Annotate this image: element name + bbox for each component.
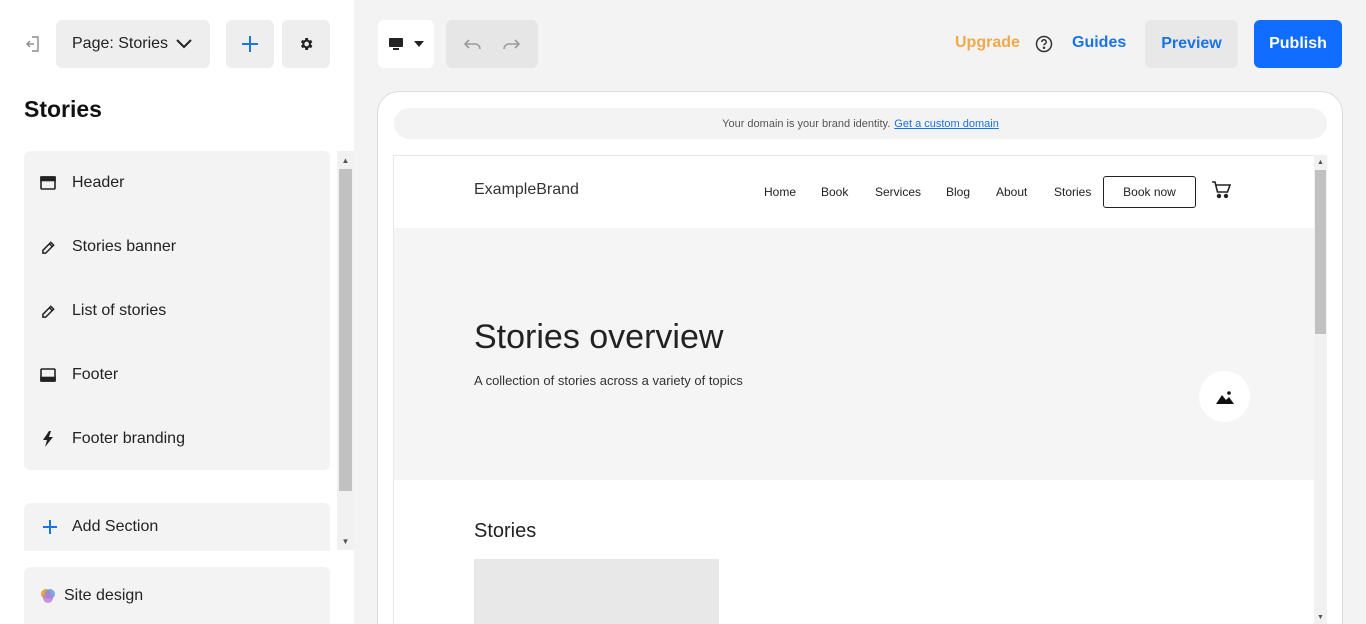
banner-subtitle: A collection of stories across a variety… bbox=[474, 373, 743, 388]
domain-notice-bar: Your domain is your brand identity. Get … bbox=[394, 108, 1327, 139]
page-selector[interactable]: Page: Stories bbox=[56, 20, 210, 68]
scroll-down-arrow-icon[interactable]: ▼ bbox=[337, 534, 354, 548]
scroll-down-arrow-icon[interactable]: ▼ bbox=[1314, 611, 1327, 623]
add-page-button[interactable] bbox=[226, 20, 274, 68]
section-item-footer-branding[interactable]: Footer branding bbox=[24, 407, 330, 471]
pencil-icon bbox=[38, 237, 58, 257]
section-item-label: Stories banner bbox=[72, 238, 177, 255]
page-settings-button[interactable] bbox=[282, 20, 330, 68]
stories-banner-section[interactable]: Stories overview A collection of stories… bbox=[394, 228, 1314, 480]
header-layout-icon bbox=[38, 173, 58, 193]
nav-link-blog[interactable]: Blog bbox=[946, 185, 970, 199]
sections-list: Header Stories banner List of stories Fo… bbox=[24, 151, 330, 470]
site-header[interactable]: ExampleBrand Home Book Services Blog Abo… bbox=[394, 156, 1314, 228]
add-section-label: Add Section bbox=[72, 518, 159, 535]
chevron-down-icon bbox=[176, 39, 192, 49]
palette-icon bbox=[39, 587, 57, 610]
nav-link-book[interactable]: Book bbox=[821, 185, 848, 199]
upgrade-link[interactable]: Upgrade bbox=[955, 34, 1020, 52]
image-icon bbox=[1215, 390, 1234, 404]
pencil-icon bbox=[38, 301, 58, 321]
section-item-stories-banner[interactable]: Stories banner bbox=[24, 215, 330, 279]
sidebar-title: Stories bbox=[24, 96, 102, 122]
plus-icon bbox=[242, 36, 258, 52]
caret-down-icon bbox=[414, 41, 424, 47]
section-item-label: List of stories bbox=[72, 302, 167, 319]
exit-editor-icon[interactable] bbox=[24, 34, 42, 54]
cart-icon[interactable] bbox=[1211, 181, 1232, 204]
section-item-header[interactable]: Header bbox=[24, 151, 330, 215]
change-image-button[interactable] bbox=[1199, 371, 1250, 422]
redo-icon[interactable] bbox=[502, 38, 520, 50]
add-section-button[interactable]: Add Section bbox=[24, 503, 330, 551]
stories-list-heading: Stories bbox=[474, 520, 537, 542]
help-icon[interactable] bbox=[1035, 35, 1053, 53]
section-item-label: Header bbox=[72, 174, 125, 191]
nav-link-stories[interactable]: Stories bbox=[1054, 185, 1091, 199]
guides-link[interactable]: Guides bbox=[1072, 34, 1126, 52]
section-item-label: Footer bbox=[72, 366, 119, 383]
page-selector-label: Page: Stories bbox=[72, 35, 169, 52]
footer-layout-icon bbox=[38, 365, 58, 385]
sidebar-scroll-thumb[interactable] bbox=[339, 169, 352, 491]
desktop-icon bbox=[389, 38, 403, 50]
lightning-icon bbox=[38, 429, 58, 449]
gear-icon bbox=[300, 38, 313, 50]
nav-link-about[interactable]: About bbox=[996, 185, 1027, 199]
custom-domain-link[interactable]: Get a custom domain bbox=[894, 118, 999, 130]
site-brand-logo[interactable]: ExampleBrand bbox=[474, 181, 579, 199]
preview-scroll-thumb[interactable] bbox=[1315, 170, 1326, 334]
banner-title: Stories overview bbox=[474, 318, 724, 356]
story-card-image-placeholder[interactable] bbox=[474, 559, 719, 624]
section-item-label: Footer branding bbox=[72, 430, 185, 447]
preview-button[interactable]: Preview bbox=[1145, 20, 1238, 68]
section-item-footer[interactable]: Footer bbox=[24, 343, 330, 407]
sidebar-scrollbar[interactable]: ▲ ▼ bbox=[337, 151, 354, 550]
history-controls bbox=[446, 20, 538, 68]
editor-sidebar: Page: Stories Stories Header Stories ban… bbox=[0, 0, 354, 624]
scroll-up-arrow-icon[interactable]: ▲ bbox=[337, 153, 354, 167]
domain-notice-text: Your domain is your brand identity. bbox=[722, 117, 891, 130]
device-toggle-button[interactable] bbox=[378, 20, 434, 68]
publish-button[interactable]: Publish bbox=[1254, 20, 1342, 68]
plus-icon bbox=[42, 519, 58, 535]
site-design-button[interactable]: Site design bbox=[24, 567, 330, 624]
scroll-up-arrow-icon[interactable]: ▲ bbox=[1314, 156, 1327, 168]
nav-link-home[interactable]: Home bbox=[764, 185, 796, 199]
undo-icon[interactable] bbox=[464, 38, 482, 50]
site-design-label: Site design bbox=[64, 586, 144, 604]
preview-scrollbar[interactable]: ▲ ▼ bbox=[1314, 155, 1327, 624]
section-item-list-of-stories[interactable]: List of stories bbox=[24, 279, 330, 343]
site-preview: ExampleBrand Home Book Services Blog Abo… bbox=[393, 155, 1314, 624]
nav-link-services[interactable]: Services bbox=[875, 185, 921, 199]
book-now-button[interactable]: Book now bbox=[1103, 176, 1196, 208]
